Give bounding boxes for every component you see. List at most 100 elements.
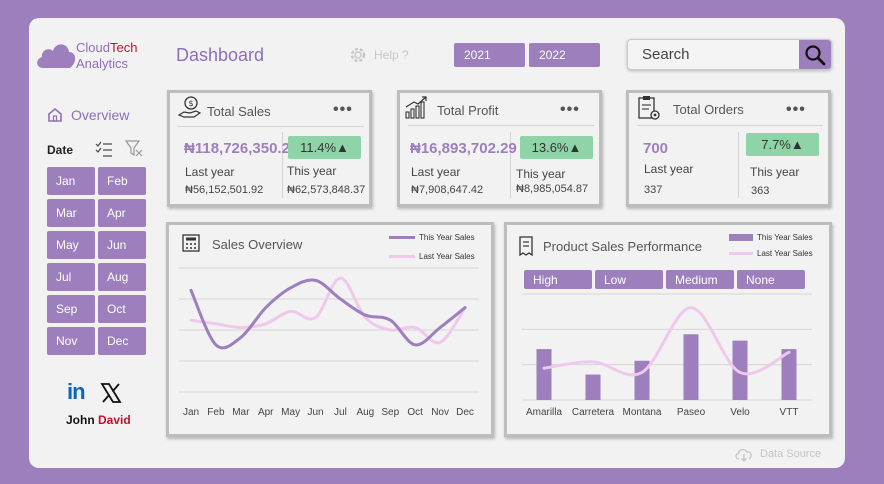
month-jun-button[interactable]: Jun [98, 231, 146, 259]
x-tick-label: Dec [456, 407, 474, 418]
total-orders-more-icon[interactable]: ••• [786, 101, 806, 119]
total-profit-last-value: ₦7,908,647.42 [411, 184, 484, 196]
svg-text:$: $ [189, 99, 194, 108]
x-tick-label: Feb [207, 407, 225, 418]
author-last: David [98, 413, 131, 427]
legend-swatch [729, 234, 753, 241]
total-profit-pct-badge: 13.6% ▲ [520, 136, 593, 159]
pct-text: 13.6% [531, 140, 569, 155]
total-orders-last-label: Last year [644, 162, 694, 176]
total-orders-last-value: 337 [644, 184, 663, 196]
month-jan-button[interactable]: Jan [47, 167, 95, 195]
total-orders-title: Total Orders [673, 102, 744, 117]
receipt-icon [519, 236, 533, 256]
search-button[interactable] [799, 40, 831, 69]
home-icon [48, 107, 62, 122]
author-name: John David [66, 413, 131, 427]
month-jul-button[interactable]: Jul [47, 263, 95, 291]
total-sales-pct-badge: 11.4% ▲ [288, 136, 361, 159]
x-tick-label: Montana [623, 407, 662, 418]
month-oct-button[interactable]: Oct [98, 295, 146, 323]
divider [408, 125, 594, 126]
bar-this-year [683, 334, 699, 400]
total-orders-pct-badge: 7.7% ▲ [746, 133, 819, 156]
sales-overview-line-chart: Jan Feb Mar Apr May Jun Jul Aug Sep Oct Nov Dec [179, 267, 479, 418]
total-profit-more-icon[interactable]: ••• [560, 101, 580, 119]
total-profit-this-value: ₦8,985,054.87 [516, 183, 589, 195]
total-profit-value: ₦16,893,702.29 [410, 140, 517, 157]
brand-logo-text: CloudTech Analytics [76, 40, 137, 72]
total-profit-this-label: This year [516, 167, 566, 181]
filter-medium-button[interactable]: Medium [666, 270, 734, 289]
gear-icon [350, 47, 366, 63]
x-tick-label: May [281, 407, 300, 418]
total-sales-this-label: This year [287, 164, 337, 178]
x-tick-label: Jun [307, 407, 323, 418]
clear-filter-icon[interactable] [125, 139, 144, 158]
divider [738, 132, 739, 198]
month-nov-button[interactable]: Nov [47, 327, 95, 355]
total-sales-value: ₦118,726,350.29 [184, 140, 299, 157]
x-tick-label: Velo [730, 407, 750, 418]
data-source-link[interactable]: Data Source [734, 446, 821, 462]
data-source-label: Data Source [760, 448, 822, 460]
up-triangle-icon: ▲ [568, 140, 582, 155]
up-triangle-icon: ▲ [336, 140, 349, 155]
search-input[interactable]: Search [642, 46, 690, 63]
date-label: Date [47, 143, 74, 157]
sales-overview-title: Sales Overview [212, 237, 303, 252]
series-line-this-year [189, 278, 467, 350]
legend-swatch [729, 252, 753, 255]
x-tick-label: Amarilla [526, 407, 563, 418]
x-tick-label: Aug [356, 407, 374, 418]
brand-analytics: Analytics [76, 56, 129, 71]
legend-label: This Year Sales [419, 233, 475, 242]
filter-none-button[interactable]: None [737, 270, 805, 289]
total-orders-this-label: This year [750, 165, 800, 179]
help-button[interactable]: Help ? [348, 45, 409, 65]
clipboard-settings-icon [638, 96, 660, 120]
product-performance-bar-chart: Amarilla Carretera Montana Paseo Velo VTT [522, 293, 812, 418]
overview-label: Overview [71, 107, 130, 123]
total-profit-last-label: Last year [411, 165, 461, 179]
help-label: Help ? [374, 48, 409, 62]
month-dec-button[interactable]: Dec [98, 327, 146, 355]
bar-this-year [536, 349, 552, 400]
total-sales-more-icon[interactable]: ••• [333, 101, 353, 119]
legend-swatch [389, 255, 415, 258]
legend-label: Last Year Sales [757, 249, 813, 258]
year-2021-button[interactable]: 2021 [454, 43, 525, 67]
product-performance-title: Product Sales Performance [543, 239, 702, 254]
month-sep-button[interactable]: Sep [47, 295, 95, 323]
cloud-logo-icon [37, 44, 76, 68]
legend-last-year: Last Year Sales [389, 252, 475, 261]
search-icon [805, 44, 826, 65]
x-tick-label: Carretera [572, 407, 615, 418]
total-sales-last-label: Last year [185, 165, 235, 179]
linkedin-icon[interactable]: in [67, 379, 86, 405]
filter-low-button[interactable]: Low [595, 270, 663, 289]
total-orders-value: 700 [643, 140, 669, 157]
x-twitter-icon[interactable] [100, 382, 122, 404]
legend-last-year: Last Year Sales [729, 249, 813, 258]
total-profit-title: Total Profit [437, 103, 499, 118]
filter-high-button[interactable]: High [524, 270, 592, 289]
search-box[interactable]: Search [627, 39, 832, 70]
month-apr-button[interactable]: Apr [98, 199, 146, 227]
multi-select-icon[interactable] [95, 140, 113, 158]
page-title: Dashboard [176, 45, 265, 65]
pct-text: 7.7% [761, 137, 791, 152]
year-2022-button[interactable]: 2022 [529, 43, 600, 67]
x-tick-label: Jul [334, 407, 347, 418]
bar-this-year [585, 374, 601, 400]
legend-swatch [389, 236, 415, 239]
month-mar-button[interactable]: Mar [47, 199, 95, 227]
month-may-button[interactable]: May [47, 231, 95, 259]
x-tick-label: Nov [431, 407, 449, 418]
pct-text: 11.4% [300, 140, 337, 155]
sidebar-item-overview[interactable]: Overview [47, 107, 129, 123]
legend-this-year: This Year Sales [729, 233, 813, 242]
month-feb-button[interactable]: Feb [98, 167, 146, 195]
month-aug-button[interactable]: Aug [98, 263, 146, 291]
x-tick-label: Mar [232, 407, 250, 418]
